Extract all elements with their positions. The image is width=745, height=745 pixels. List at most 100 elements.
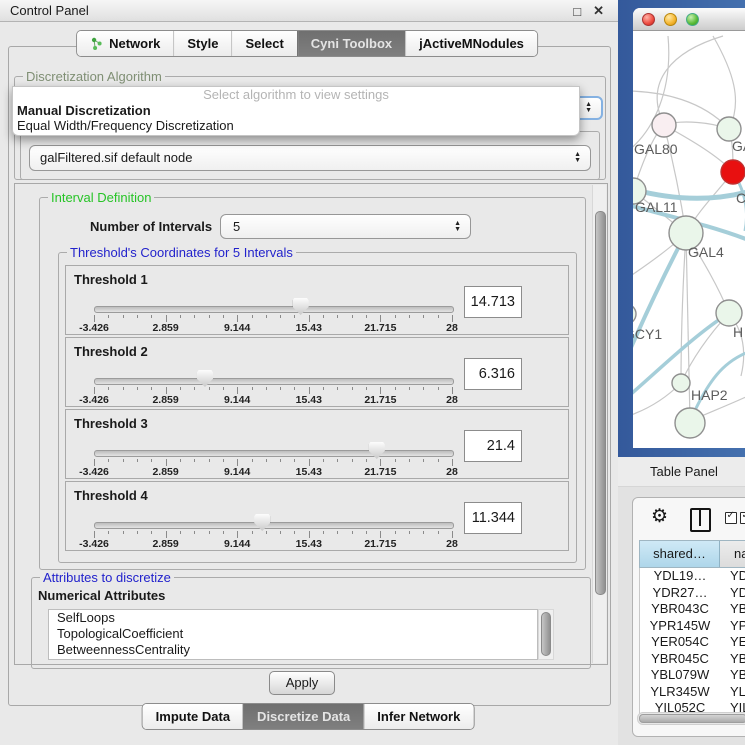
threshold-value-field[interactable]: 6.316 [464,358,522,390]
cell-shared-name: YBR043C [640,601,720,618]
close-traffic-light-icon[interactable] [642,13,655,26]
network-edge[interactable] [633,91,729,129]
network-node-label: GAL11 [635,199,678,215]
scrollbar-thumb[interactable] [595,211,606,595]
slider-tick-labels: -3.4262.8599.14415.4321.71528 [94,466,452,478]
node-table: shared… na YDL19…YDL1YDR27…YDR2YBR043CYB… [639,540,745,714]
control-panel-title: Control Panel [10,3,89,18]
threshold-label: Threshold 1 [74,272,148,287]
split-columns-icon[interactable] [690,508,711,532]
attribute-item[interactable]: SelfLoops [49,610,537,626]
network-node[interactable] [675,408,705,438]
network-node-label: GAL4 [688,244,724,260]
slider-tick-labels: -3.4262.8599.14415.4321.71528 [94,322,452,334]
table-row[interactable]: YBR045CYBR0 [640,651,745,668]
dropdown-option-manual[interactable]: Manual Discretization [13,103,579,118]
number-of-intervals-combobox[interactable]: 5 ▲▼ [220,214,471,239]
slider-track[interactable] [94,378,454,385]
network-window-titlebar[interactable] [633,8,745,31]
combo-arrows-icon: ▲▼ [454,221,461,233]
tab-discretize-data[interactable]: Discretize Data [243,704,363,729]
table-row[interactable]: YDR27…YDR2 [640,585,745,602]
threshold-coordinates-label: Threshold's Coordinates for 5 Intervals [67,245,296,260]
table-row[interactable]: YPR145WYPR1 [640,618,745,635]
scrollbar-thumb[interactable] [541,612,551,656]
network-node-label: H [733,324,743,340]
slider-tick-labels: -3.4262.8599.14415.4321.71528 [94,538,452,550]
minimize-traffic-light-icon[interactable] [664,13,677,26]
settings-vertical-scrollbar[interactable] [592,185,606,663]
tab-jactivemnodules[interactable]: jActiveMNodules [405,31,537,56]
number-of-intervals-value: 5 [233,219,240,234]
tab-select[interactable]: Select [231,31,296,56]
column-header-name[interactable]: na [720,541,745,567]
cell-shared-name: YDR27… [640,585,720,602]
tab-style[interactable]: Style [173,31,231,56]
interval-definition-group: Interval Definition Number of Intervals … [39,197,586,570]
settings-panel: Interval Definition Number of Intervals … [14,183,608,665]
threshold-value-field[interactable]: 14.713 [464,286,522,318]
interval-definition-label: Interval Definition [48,190,154,205]
network-edge[interactable] [686,233,690,421]
network-edge[interactable] [681,233,686,383]
float-window-icon[interactable]: □ [573,4,581,19]
table-rows: YDL19…YDL1YDR27…YDR2YBR043CYBR0YPR145WYP… [639,568,745,714]
network-node-c[interactable] [721,160,745,184]
tab-network[interactable]: Network [77,31,173,56]
network-edge[interactable] [713,36,736,129]
gear-icon[interactable]: ⚙ [651,506,668,528]
attributes-scrollbar[interactable] [538,609,554,660]
threshold-label: Threshold 2 [74,344,148,359]
network-node-gal80[interactable] [652,113,676,137]
network-node-hap2[interactable] [672,374,690,392]
table-row[interactable]: YER054CYER0 [640,634,745,651]
table-panel-title: Table Panel [650,464,718,479]
cell-name: YPR1 [720,618,745,635]
table-row[interactable]: YBR043CYBR0 [640,601,745,618]
table-panel: ⚙ shared… na YDL19…YDL1YDR27…YDR2YBR043C… [618,487,745,745]
network-canvas[interactable]: GAL80GACGAL11GAL4GCY1HHAP2 [633,31,745,448]
threshold-2-panel: Threshold 2 -3.4262.8599.14415.4321.71528… [65,337,569,407]
network-node-gcy1[interactable] [633,304,636,324]
table-row[interactable]: YDL19…YDL1 [640,568,745,585]
apply-button[interactable]: Apply [269,671,335,695]
network-node-h[interactable] [716,300,742,326]
network-node-label: GCY1 [633,326,662,342]
network-edge-highlighted[interactable] [633,233,686,366]
close-icon[interactable]: ✕ [593,3,604,19]
threshold-value-field[interactable]: 11.344 [464,502,522,534]
scrollbar-thumb[interactable] [639,714,745,723]
column-header-shared-name[interactable]: shared… [640,541,720,567]
dropdown-prompt[interactable]: Select algorithm to view settings [13,87,579,103]
zoom-traffic-light-icon[interactable] [686,13,699,26]
threshold-value-field[interactable]: 21.4 [464,430,522,462]
table-data-group: Table Data galFiltered.sif default node … [20,131,600,180]
slider-track[interactable] [94,306,454,313]
tab-impute-data[interactable]: Impute Data [143,704,243,729]
network-edge-highlighted[interactable] [633,186,745,198]
slider-track[interactable] [94,450,454,457]
network-view-window: GAL80GACGAL11GAL4GCY1HHAP2 [633,8,745,448]
window-buttons: □ ✕ [573,0,604,22]
select-columns-icon[interactable] [725,512,745,524]
cell-name: YDR2 [720,585,745,602]
tab-cyni-toolbox[interactable]: Cyni Toolbox [297,31,405,56]
table-row[interactable]: YLR345WYLR3 [640,684,745,701]
control-panel: Control Panel □ ✕ NetworkStyleSelectCyni… [0,0,619,745]
tab-infer-network[interactable]: Infer Network [363,704,473,729]
table-row[interactable]: YBL079WYBL0 [640,667,745,684]
discretization-algorithm-label: Discretization Algorithm [23,69,165,84]
slider-tick-labels: -3.4262.8599.14415.4321.71528 [94,394,452,406]
attribute-item[interactable]: BetweennessCentrality [49,642,537,658]
table-horizontal-scrollbar[interactable] [637,712,745,725]
table-header-row: shared… na [639,540,745,568]
network-node-label: C [736,190,745,206]
dropdown-option-equal-width[interactable]: Equal Width/Frequency Discretization [13,118,579,133]
numerical-attributes-list[interactable]: SelfLoopsTopologicalCoefficientBetweenne… [48,609,538,660]
cell-name: YER0 [720,634,745,651]
control-panel-titlebar: Control Panel [0,0,618,22]
attribute-item[interactable]: TopologicalCoefficient [49,626,537,642]
tab-label: jActiveMNodules [419,36,524,51]
table-data-combobox[interactable]: galFiltered.sif default node ▲▼ [29,145,591,171]
slider-track[interactable] [94,522,454,529]
